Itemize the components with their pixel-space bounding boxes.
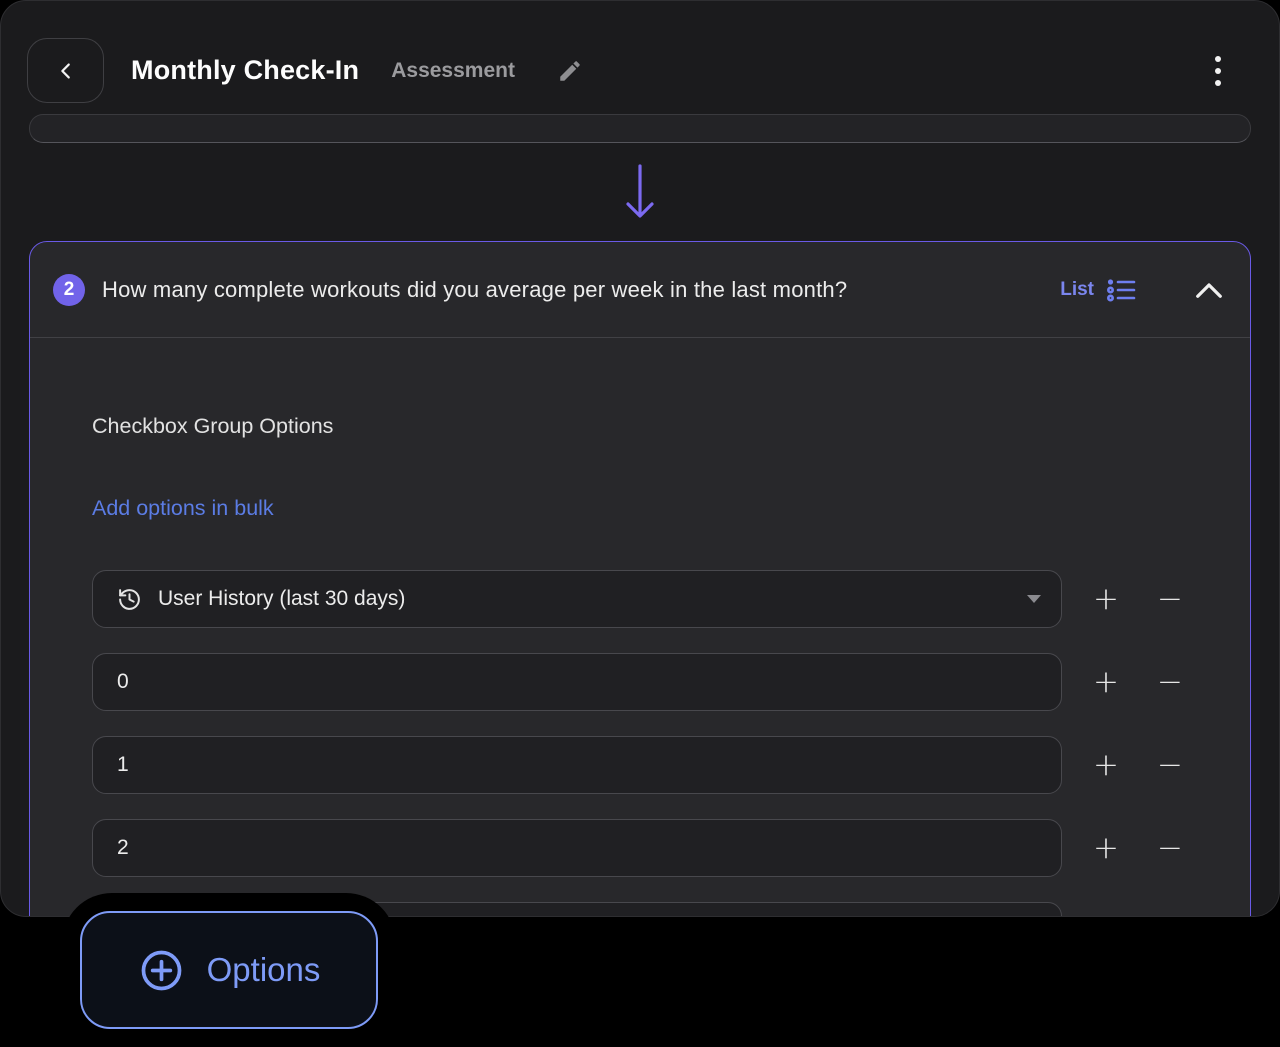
question-card-header: 2 How many complete workouts did you ave… [30, 242, 1250, 338]
options-fab-halo: Options [62, 893, 396, 1047]
question-number-badge: 2 [53, 274, 85, 306]
remove-option-button[interactable]: − [1148, 909, 1192, 917]
flow-connector [1, 143, 1279, 241]
page-type-label: Assessment [391, 59, 515, 83]
option-row: 2 + − [92, 819, 1250, 877]
arrow-down-icon [621, 163, 659, 221]
option-value-input[interactable]: 2 [92, 819, 1062, 877]
remove-option-button[interactable]: − [1148, 826, 1192, 870]
previous-question-card-collapsed[interactable] [29, 114, 1251, 143]
collapse-card-button[interactable] [1194, 279, 1224, 301]
question-text: How many complete workouts did you avera… [102, 277, 847, 303]
remove-option-button[interactable]: − [1148, 660, 1192, 704]
add-option-button[interactable]: + [1084, 577, 1128, 621]
option-value: 1 [117, 753, 129, 777]
option-value-input[interactable]: 0 [92, 653, 1062, 711]
edit-title-button[interactable] [557, 58, 583, 84]
question-card-body: Checkbox Group Options Add options in bu… [30, 338, 1250, 917]
chevron-left-icon [55, 58, 77, 84]
pencil-icon [557, 58, 583, 84]
caret-down-icon [1025, 593, 1043, 605]
kebab-icon [1215, 56, 1221, 62]
section-title: Checkbox Group Options [92, 414, 1250, 439]
add-option-button[interactable]: + [1084, 909, 1128, 917]
option-value: 2 [117, 836, 129, 860]
option-row: 0 + − [92, 653, 1250, 711]
remove-option-button[interactable]: − [1148, 577, 1192, 621]
option-value-input[interactable]: 1 [92, 736, 1062, 794]
plus-circle-icon [138, 947, 185, 994]
question-card: 2 How many complete workouts did you ave… [29, 241, 1251, 917]
history-icon [117, 587, 142, 612]
bulk-add-options-link[interactable]: Add options in bulk [92, 496, 274, 521]
options-button[interactable]: Options [80, 911, 378, 1029]
options-button-label: Options [207, 951, 321, 989]
add-option-button[interactable]: + [1084, 826, 1128, 870]
option-value: 0 [117, 670, 129, 694]
overflow-menu-button[interactable] [1209, 50, 1227, 92]
remove-option-button[interactable]: − [1148, 743, 1192, 787]
question-format-label: List [1060, 279, 1094, 301]
question-format-button[interactable]: List [1060, 277, 1136, 303]
top-bar: Monthly Check-In Assessment [1, 1, 1279, 114]
option-row: 1 + − [92, 736, 1250, 794]
bulleted-list-icon [1106, 277, 1136, 303]
back-button[interactable] [27, 38, 104, 103]
option-source-select[interactable]: User History (last 30 days) [92, 570, 1062, 628]
option-source-value: User History (last 30 days) [158, 587, 405, 611]
page-title: Monthly Check-In [131, 55, 359, 86]
add-option-button[interactable]: + [1084, 660, 1128, 704]
option-row: User History (last 30 days) + − [92, 570, 1250, 628]
chevron-up-icon [1194, 279, 1224, 301]
add-option-button[interactable]: + [1084, 743, 1128, 787]
app-window: Monthly Check-In Assessment 2 How many c… [0, 0, 1280, 917]
